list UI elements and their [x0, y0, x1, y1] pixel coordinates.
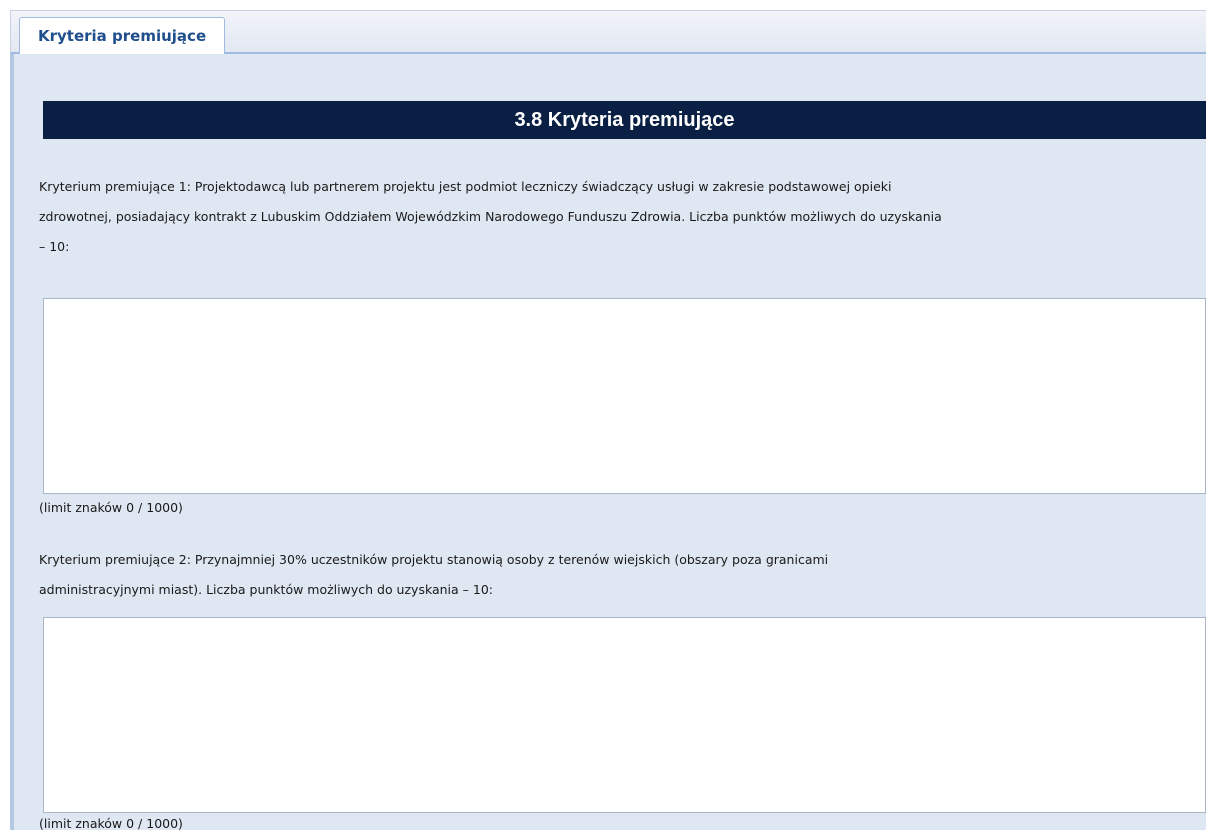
- criterion-2-char-limit: (limit znaków 0 / 1000): [39, 816, 183, 830]
- criterion-2-textarea[interactable]: [43, 617, 1206, 813]
- tab-kryteria-premiujace[interactable]: Kryteria premiujące: [19, 17, 226, 54]
- criterion-1-char-limit: (limit znaków 0 / 1000): [39, 500, 183, 515]
- criterion-2-label: Kryterium premiujące 2: Przynajmniej 30%…: [39, 545, 1206, 605]
- section-title: 3.8 Kryteria premiujące: [43, 101, 1206, 139]
- criterion-1-label-line-2: zdrowotnej, posiadający kontrakt z Lubus…: [39, 209, 942, 224]
- criterion-1-textarea[interactable]: [43, 298, 1206, 494]
- criterion-2-label-line-2: administracyjnymi miast). Liczba punktów…: [39, 582, 494, 597]
- criterion-2-label-line-1: Kryterium premiujące 2: Przynajmniej 30%…: [39, 552, 829, 567]
- criterion-1-label-line-1: Kryterium premiujące 1: Projektodawcą lu…: [39, 179, 892, 194]
- tab-strip: Kryteria premiujące: [10, 10, 1206, 54]
- application-window: Kryteria premiujące 3.8 Kryteria premiuj…: [0, 0, 1206, 830]
- tab-panel: 3.8 Kryteria premiujące Kryterium premiu…: [10, 54, 1206, 830]
- criterion-1-label-line-3: – 10:: [39, 239, 70, 254]
- criterion-1-label: Kryterium premiujące 1: Projektodawcą lu…: [39, 172, 1206, 262]
